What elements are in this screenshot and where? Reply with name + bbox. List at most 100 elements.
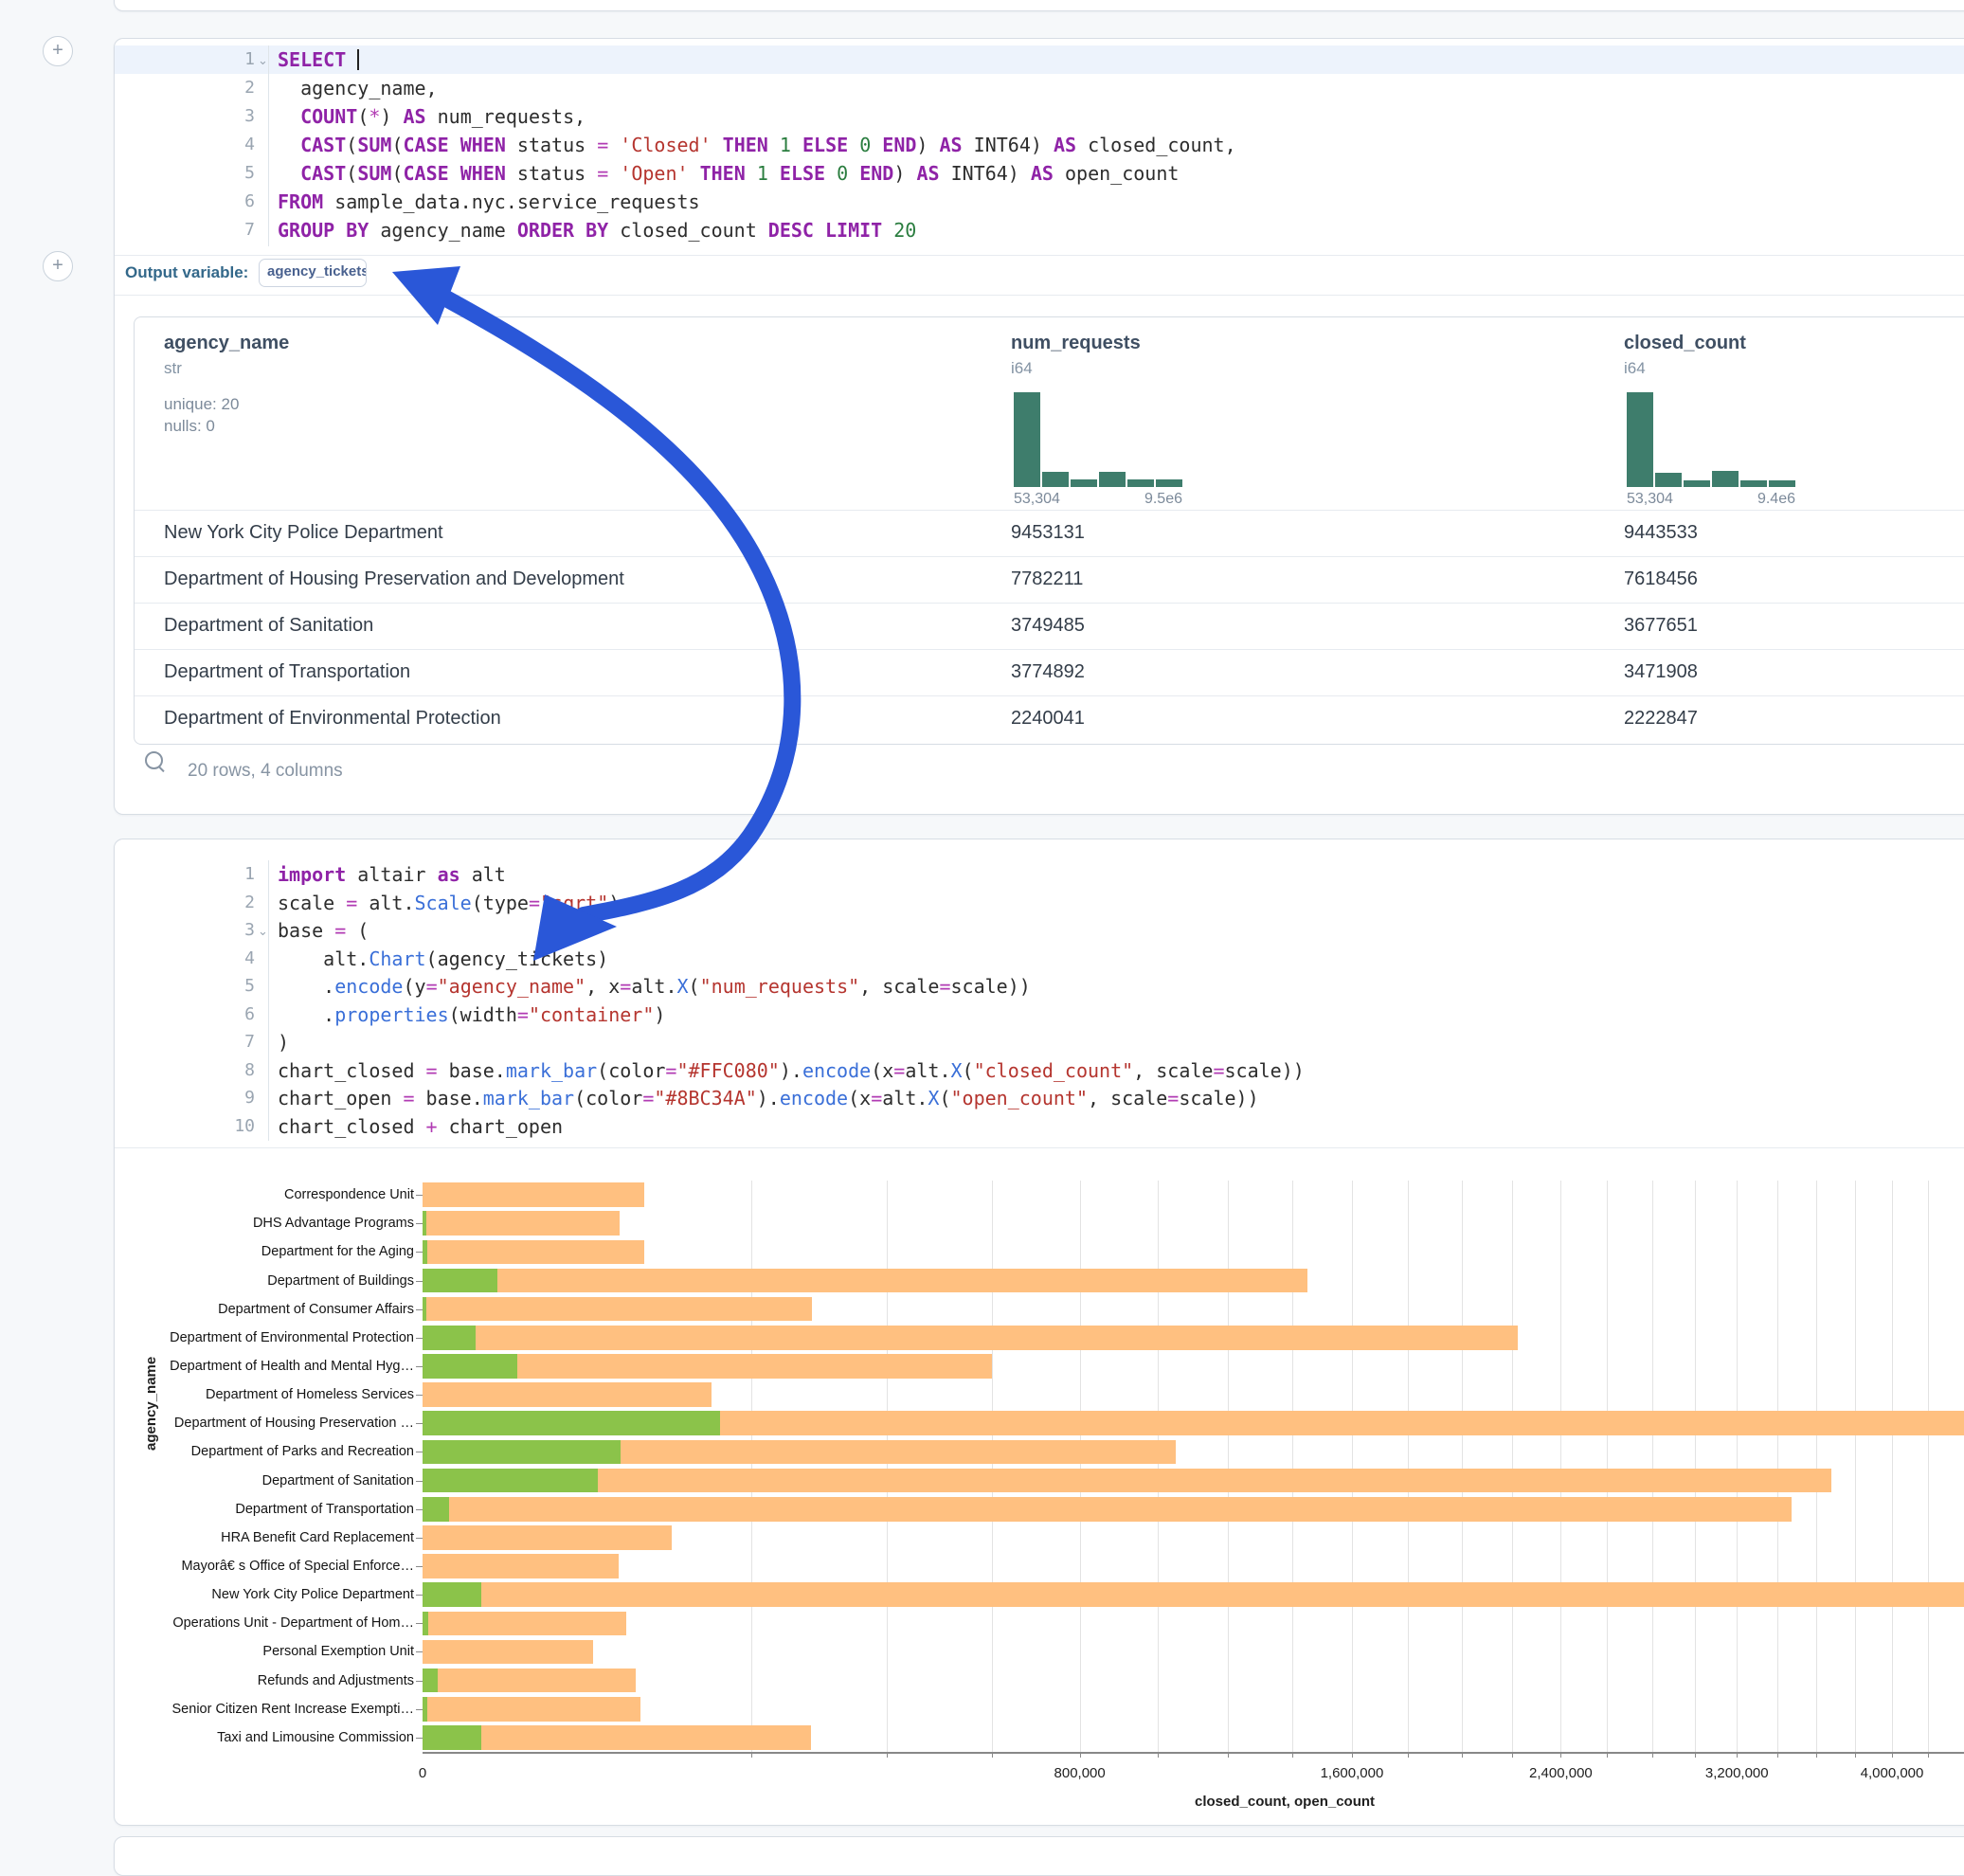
y-axis-title: agency_name <box>143 1357 159 1451</box>
y-axis-tick <box>416 1509 423 1510</box>
fold-chevron-icon[interactable]: ⌄ <box>258 45 273 76</box>
y-axis-label: Department of Buildings <box>267 1273 414 1289</box>
y-axis-tick <box>416 1338 423 1339</box>
table-row[interactable]: New York City Police Department945313194… <box>135 510 1964 557</box>
gridline <box>1080 1181 1081 1752</box>
y-axis-label: HRA Benefit Card Replacement <box>221 1530 414 1545</box>
y-axis-label: Senior Citizen Rent Increase Exempti… <box>172 1702 414 1717</box>
sql-code-editor[interactable]: 1⌄SELECT 2 agency_name,3 COUNT(*) AS num… <box>115 45 1964 246</box>
column-header-agency-name[interactable]: agency_name <box>164 333 289 354</box>
column-type: i64 <box>1624 359 1646 378</box>
line-number: 4 <box>115 131 255 159</box>
bar-open-count <box>423 1269 497 1293</box>
line-number: 7 <box>115 1028 255 1056</box>
code-line[interactable]: 6 .properties(width="container") <box>115 1001 1964 1029</box>
bar-closed-count <box>423 1382 712 1407</box>
y-axis-label: Department of Sanitation <box>262 1473 414 1488</box>
y-axis-label: Taxi and Limousine Commission <box>217 1730 414 1745</box>
y-axis-tick <box>416 1252 423 1253</box>
y-axis-label: Department for the Aging <box>261 1244 414 1259</box>
code-line[interactable]: 5 .encode(y="agency_name", x=alt.X("num_… <box>115 972 1964 1001</box>
gridline <box>1607 1181 1608 1752</box>
line-number: 2 <box>115 74 255 102</box>
bar-open-count <box>423 1211 426 1236</box>
histogram-bin <box>1127 479 1154 487</box>
cell-num-requests: 3774892 <box>1011 661 1085 683</box>
bar-open-count <box>423 1612 428 1636</box>
text-cursor <box>357 49 359 70</box>
gridline <box>1892 1181 1893 1752</box>
code-line[interactable]: 10chart_closed + chart_open <box>115 1112 1964 1141</box>
cell-closed-count: 2222847 <box>1624 708 1698 730</box>
code-line[interactable]: 7) <box>115 1028 1964 1056</box>
bar-open-count <box>423 1326 476 1350</box>
column-header-closed-count[interactable]: closed_count <box>1624 333 1746 354</box>
y-axis-tick <box>416 1481 423 1482</box>
y-axis-label: Department of Consumer Affairs <box>218 1302 414 1317</box>
gridline <box>1408 1181 1409 1752</box>
x-axis-tick-label: 3,200,000 <box>1705 1765 1769 1781</box>
table-row[interactable]: Department of Sanitation37494853677651 <box>135 603 1964 650</box>
code-line[interactable]: 4 CAST(SUM(CASE WHEN status = 'Closed' T… <box>115 131 1964 159</box>
python-cell: 1import altair as alt2scale = alt.Scale(… <box>114 839 1964 1826</box>
code-line[interactable]: 1⌄SELECT <box>115 45 1964 74</box>
line-number: 8 <box>115 1056 255 1085</box>
output-variable-pill[interactable]: agency_tickets <box>259 259 367 287</box>
histogram-bin <box>1156 479 1182 487</box>
y-axis-tick <box>416 1595 423 1596</box>
code-line[interactable]: 7GROUP BY agency_name ORDER BY closed_co… <box>115 216 1964 244</box>
column-unique-count: unique: 20 <box>164 395 239 414</box>
y-axis-tick <box>416 1366 423 1367</box>
table-row[interactable]: Department of Environmental Protection22… <box>135 695 1964 743</box>
column-type: str <box>164 359 182 378</box>
histogram-bin <box>1042 472 1069 487</box>
bar-closed-count <box>423 1211 620 1236</box>
code-line[interactable]: 6FROM sample_data.nyc.service_requests <box>115 188 1964 216</box>
line-number: 6 <box>115 1001 255 1029</box>
x-axis-tick-label: 1,600,000 <box>1321 1765 1384 1781</box>
code-line[interactable]: 4 alt.Chart(agency_tickets) <box>115 945 1964 973</box>
bar-closed-count <box>423 1525 672 1550</box>
code-line[interactable]: 3⌄base = ( <box>115 916 1964 945</box>
y-axis-tick <box>416 1281 423 1282</box>
bar-closed-count <box>423 1326 1518 1350</box>
bar-closed-count <box>423 1469 1831 1493</box>
code-line[interactable]: 2scale = alt.Scale(type="sqrt") <box>115 889 1964 917</box>
cell-closed-count: 7618456 <box>1624 568 1698 590</box>
histogram-bin <box>1769 480 1795 487</box>
code-line[interactable]: 1import altair as alt <box>115 860 1964 889</box>
bar-open-count <box>423 1497 449 1522</box>
line-number: 6 <box>115 188 255 216</box>
y-axis-tick <box>416 1309 423 1310</box>
histogram-bin <box>1071 479 1097 487</box>
table-row[interactable]: Department of Housing Preservation and D… <box>135 556 1964 604</box>
fold-chevron-icon[interactable]: ⌄ <box>258 916 273 947</box>
y-axis-label: Department of Transportation <box>235 1502 414 1517</box>
add-cell-button[interactable]: + <box>43 251 73 281</box>
python-code-editor[interactable]: 1import altair as alt2scale = alt.Scale(… <box>115 860 1964 1141</box>
add-cell-button[interactable]: + <box>43 36 73 66</box>
line-number: 3 <box>115 916 255 945</box>
code-line[interactable]: 5 CAST(SUM(CASE WHEN status = 'Open' THE… <box>115 159 1964 188</box>
gridline <box>751 1181 752 1752</box>
code-line[interactable]: 9chart_open = base.mark_bar(color="#8BC3… <box>115 1084 1964 1112</box>
cell-agency-name: Department of Housing Preservation and D… <box>164 568 624 590</box>
bar-closed-count <box>423 1297 812 1322</box>
gridline <box>1816 1181 1817 1752</box>
gridline <box>1158 1181 1159 1752</box>
y-axis-tick <box>416 1423 423 1424</box>
output-variable-label: Output variable: <box>125 263 248 282</box>
y-axis-label: Refunds and Adjustments <box>258 1673 414 1688</box>
table-row[interactable]: Department of Transportation377489234719… <box>135 649 1964 696</box>
search-icon[interactable] <box>145 751 163 769</box>
code-line[interactable]: 3 COUNT(*) AS num_requests, <box>115 102 1964 131</box>
bar-open-count <box>423 1411 720 1435</box>
x-axis-line <box>423 1752 1964 1754</box>
code-line[interactable]: 8chart_closed = base.mark_bar(color="#FF… <box>115 1056 1964 1085</box>
column-header-num-requests[interactable]: num_requests <box>1011 333 1141 354</box>
code-line[interactable]: 2 agency_name, <box>115 74 1964 102</box>
gridline <box>1560 1181 1561 1752</box>
gridline <box>1228 1181 1229 1752</box>
cell-num-requests: 7782211 <box>1011 568 1083 590</box>
y-axis-tick <box>416 1223 423 1224</box>
